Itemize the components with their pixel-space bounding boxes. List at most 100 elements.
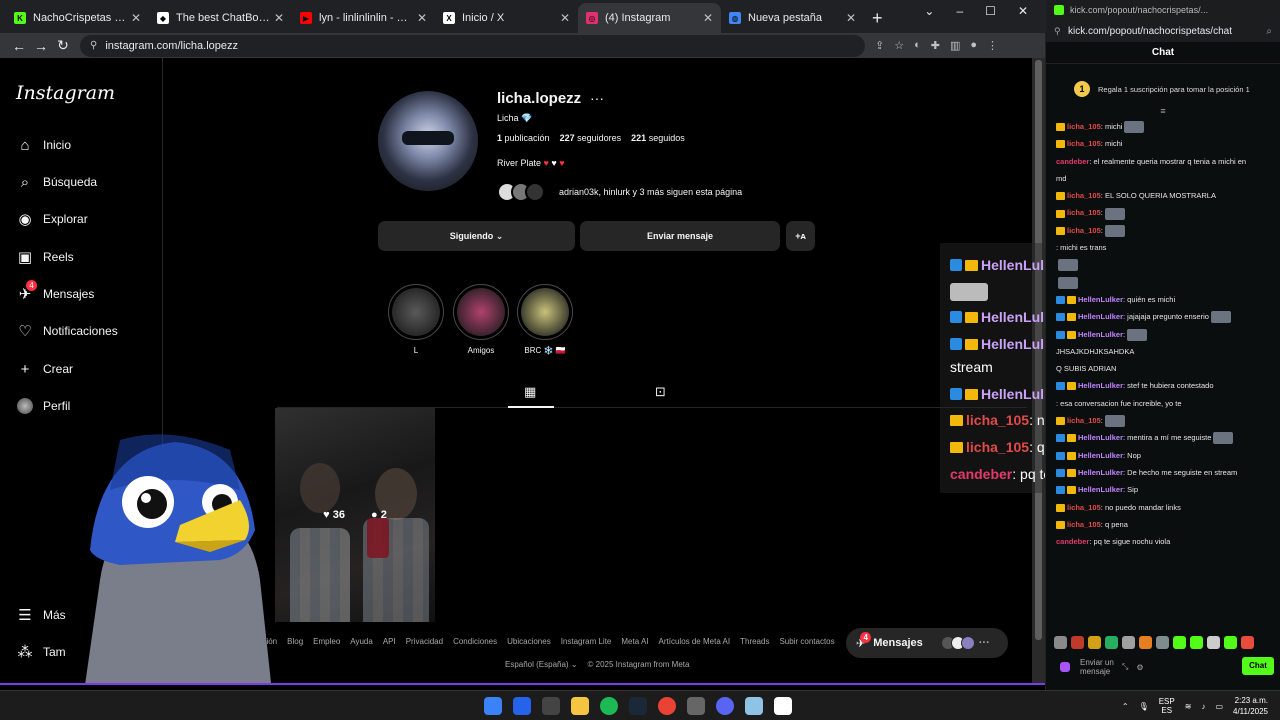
footer-link[interactable]: API [383, 637, 396, 646]
mic-icon[interactable] [1060, 662, 1070, 672]
site-info-icon[interactable]: ⚲ [90, 40, 97, 51]
app-icon[interactable] [687, 697, 705, 715]
pinned-gift-banner[interactable]: 1 Regala 1 suscripción para tomar la pos… [1056, 74, 1270, 104]
browser-tab[interactable]: ▶ lyn - linlinlinlin - YouTube ✕ [292, 3, 435, 33]
chat-username[interactable]: HellenLulker [1078, 312, 1123, 321]
maximize-button[interactable]: ☐ [985, 4, 996, 18]
chat-username[interactable]: licha_105 [1067, 208, 1101, 217]
story-highlight[interactable]: BRC ❄️ 🇵🇱 [517, 284, 573, 355]
volume-icon[interactable]: ♪ [1201, 702, 1205, 711]
sidebar-item-crear[interactable]: + Crear [16, 360, 73, 378]
discord-icon[interactable] [716, 697, 734, 715]
footer-link[interactable]: Empleo [313, 637, 340, 646]
chat-username[interactable]: licha_105 [1067, 226, 1101, 235]
following-count[interactable]: 221 seguidos [631, 133, 685, 143]
footer-link[interactable]: Threads [740, 637, 769, 646]
footer-link[interactable]: Privacidad [406, 637, 443, 646]
filter-icon[interactable]: ≡ [1046, 106, 1280, 116]
chat-username[interactable]: candeber [1056, 537, 1089, 546]
back-button[interactable]: ← [8, 38, 30, 54]
chat-username[interactable]: licha_105 [1067, 139, 1101, 148]
chat-username[interactable]: licha_105 [1067, 122, 1101, 131]
footer-link[interactable]: Artículos de Meta AI [659, 637, 731, 646]
sidebar-item-reels[interactable]: ▣ Reels [16, 248, 74, 266]
chat-username[interactable]: licha_105 [1067, 191, 1101, 200]
task-view-icon[interactable] [542, 697, 560, 715]
file-explorer-icon[interactable] [571, 697, 589, 715]
browser-tab[interactable]: ◍ Nueva pestaña ✕ [721, 3, 864, 33]
chat-username[interactable]: HellenLulker [1078, 295, 1123, 304]
sidebar-item-explorar[interactable]: ◉ Explorar [16, 210, 87, 228]
footer-link[interactable]: Meta AI [621, 637, 648, 646]
browser-tab[interactable]: ◆ The best ChatBot and Widge ✕ [149, 3, 292, 33]
send-message-button[interactable]: Enviar mensaje [580, 221, 780, 251]
footer-link[interactable]: Instagram Lite [561, 637, 612, 646]
mutual-followers[interactable]: adrian03k, hinlurk y 3 más siguen esta p… [497, 182, 742, 202]
app-icon[interactable] [745, 697, 763, 715]
address-bar[interactable]: ⚲ instagram.com/licha.lopezz [80, 34, 865, 57]
instagram-logo[interactable]: Instagram [16, 82, 115, 104]
browser-tab[interactable]: X Inicio / X ✕ [435, 3, 578, 33]
tagged-tab[interactable]: ⊡ [655, 384, 666, 400]
tab-close-icon[interactable]: ✕ [703, 11, 713, 25]
start-icon[interactable] [484, 697, 502, 715]
tab-close-icon[interactable]: ✕ [274, 11, 284, 25]
story-highlight[interactable]: L [388, 284, 444, 355]
tab-close-icon[interactable]: ✕ [560, 11, 570, 25]
tray-chevron-icon[interactable]: ⌃ [1122, 702, 1129, 711]
forward-button[interactable]: → [30, 38, 52, 54]
profile-icon[interactable]: ● [970, 39, 977, 52]
messages-pill[interactable]: ✈ 4 Mensajes ··· [846, 628, 1008, 658]
following-button[interactable]: Siguiendo ⌄ [378, 221, 575, 251]
story-highlight[interactable]: Amigos [453, 284, 509, 355]
clock[interactable]: 2:23 a.m. 4/11/2025 [1233, 695, 1268, 717]
obs-icon[interactable] [774, 697, 792, 715]
footer-link[interactable]: Ubicaciones [507, 637, 551, 646]
kick-address-bar[interactable]: ⚲ kick.com/popout/nachocrispetas/chat ⌕ [1046, 20, 1280, 42]
chat-username[interactable]: HellenLulker [1078, 433, 1123, 442]
sidebar-item-perfil[interactable]: Perfil [16, 397, 70, 415]
browser-tab[interactable]: K NachoCrispetas Stream - Wi ✕ [6, 3, 149, 33]
followers-count[interactable]: 227 seguidores [560, 133, 622, 143]
tab-search-icon[interactable]: ⌄ [924, 4, 934, 18]
tab-close-icon[interactable]: ✕ [417, 11, 427, 25]
chrome-icon[interactable] [658, 697, 676, 715]
posts-grid-tab[interactable]: ▦ [524, 384, 536, 400]
chat-username[interactable]: HellenLulker [1078, 451, 1123, 460]
battery-icon[interactable]: ▭ [1215, 702, 1223, 711]
share-icon[interactable]: ⇪ [875, 39, 884, 52]
chat-username[interactable]: HellenLulker [1078, 485, 1123, 494]
bookmark-star-icon[interactable]: ☆ [894, 39, 904, 52]
chat-username[interactable]: HellenLulker [1078, 381, 1123, 390]
browser-tab[interactable]: ◎ (4) Instagram ✕ [578, 3, 721, 33]
menu-icon[interactable]: ⋮ [987, 39, 998, 52]
sidebar-item-inicio[interactable]: ⌂ Inicio [16, 136, 71, 154]
widgets-icon[interactable] [513, 697, 531, 715]
tab-close-icon[interactable]: ✕ [846, 11, 856, 25]
minimize-button[interactable]: – [956, 4, 963, 18]
steam-icon[interactable] [629, 697, 647, 715]
sidepanel-icon[interactable]: ▥ [950, 39, 960, 52]
chat-username[interactable]: licha_105 [1067, 520, 1101, 529]
footer-link[interactable]: Condiciones [453, 637, 497, 646]
sidebar-item-búsqueda[interactable]: ⌕ Búsqueda [16, 173, 97, 191]
extension-icon[interactable]: ◐ [914, 39, 921, 52]
chat-username[interactable]: licha_105 [1067, 416, 1101, 425]
chat-username[interactable]: HellenLulker [1078, 330, 1123, 339]
new-tab-button[interactable]: + [872, 3, 883, 33]
reload-button[interactable]: ↻ [52, 37, 74, 54]
wifi-icon[interactable]: ≋ [1185, 702, 1192, 711]
sidebar-item-notificaciones[interactable]: ♡ Notificaciones [16, 322, 117, 340]
footer-link[interactable]: Subir contactos [779, 637, 834, 646]
mic-tray-icon[interactable]: 🎙 [1139, 702, 1149, 711]
sidebar-item-mensajes[interactable]: ✈ 4 Mensajes [16, 280, 94, 303]
chat-username[interactable]: HellenLulker [1078, 468, 1123, 477]
footer-link[interactable]: Ayuda [350, 637, 373, 646]
profile-picture[interactable] [378, 91, 478, 191]
chat-username[interactable]: licha_105 [1067, 503, 1101, 512]
language-indicator[interactable]: ESP ES [1159, 697, 1175, 715]
tab-close-icon[interactable]: ✕ [131, 11, 141, 25]
language-selector[interactable]: Español (España) ⌄ [505, 660, 578, 669]
spotify-icon[interactable] [600, 697, 618, 715]
emote-icon[interactable]: ⤡ [1122, 662, 1128, 672]
